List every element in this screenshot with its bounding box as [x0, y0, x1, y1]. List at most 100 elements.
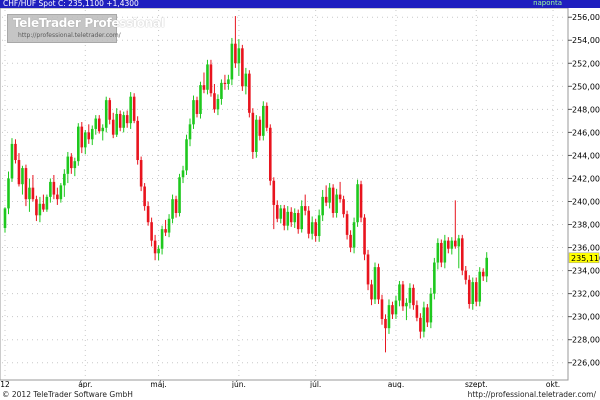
candle-body: [157, 248, 160, 254]
candle-body: [373, 267, 377, 300]
candle-body: [429, 293, 433, 323]
candle-body: [181, 170, 185, 178]
candle-body: [101, 127, 105, 132]
candle-body: [24, 168, 28, 200]
candle-body: [450, 240, 454, 249]
candle-body: [279, 208, 283, 219]
candle-body: [356, 184, 359, 223]
candle-body: [167, 218, 171, 233]
candle-body: [464, 270, 468, 280]
candle-body: [139, 160, 143, 187]
candle-body: [35, 199, 38, 216]
y-tick-label: 244,0000: [572, 151, 600, 160]
candle-body: [171, 199, 174, 219]
plot-area: [0, 7, 569, 381]
candle-body: [202, 85, 206, 90]
candle-body: [94, 118, 98, 129]
candle-body: [447, 240, 450, 249]
candle-body: [474, 282, 478, 302]
candle-body: [42, 203, 45, 210]
candle-body: [73, 161, 77, 169]
candle-body: [174, 199, 178, 214]
candle-body: [460, 238, 464, 271]
candle-body: [282, 208, 286, 226]
candle-body: [31, 187, 35, 200]
candle-body: [289, 211, 293, 223]
footer: © 2012 TeleTrader Software GmbH http://p…: [0, 388, 600, 400]
candle-body: [146, 206, 150, 223]
candle-body: [471, 282, 475, 304]
candle-body: [314, 222, 317, 237]
candle-body: [398, 284, 401, 301]
candle-body: [45, 196, 49, 210]
candle-body: [108, 100, 112, 120]
candle-body: [440, 242, 443, 263]
candle-body: [338, 194, 342, 200]
candle-body: [160, 229, 164, 249]
candle-body: [331, 187, 335, 214]
candle-body: [349, 234, 352, 248]
candle-body: [80, 126, 84, 148]
candle-body: [90, 128, 94, 140]
candle-body: [412, 287, 415, 306]
candle-body: [188, 124, 192, 140]
candle-body: [251, 112, 255, 152]
y-tick-label: 252,0000: [572, 59, 600, 68]
candle-body: [153, 240, 157, 254]
candle-body: [363, 217, 366, 255]
candle-body: [303, 206, 307, 211]
candle-body: [104, 100, 108, 128]
candle-body: [345, 214, 349, 235]
candle-body: [419, 317, 422, 332]
logo-url: http://professional.teletrader.com/: [18, 32, 121, 39]
candle-body: [307, 210, 310, 234]
candle-body: [206, 64, 209, 90]
candle-body: [422, 307, 426, 332]
price-chart[interactable]: 256,0000 254,0000 252,0000 250,0000 248,0000…: [0, 0, 600, 400]
current-price-label: 235,1100: [571, 254, 600, 263]
candle-body: [485, 257, 489, 277]
candle-body: [436, 242, 440, 263]
candle-body: [7, 178, 10, 209]
candle-body: [258, 119, 262, 136]
chart-window: 256,0000 254,0000 252,0000 250,0000 248,0000…: [0, 0, 600, 400]
candle-body: [49, 181, 52, 197]
y-tick-label: 226,0000: [572, 359, 600, 368]
candle-body: [342, 199, 345, 215]
candle-body: [56, 194, 59, 200]
candle-body: [321, 196, 324, 216]
candle-body: [377, 267, 380, 300]
copyright-text: © 2012 TeleTrader Software GmbH: [2, 390, 133, 399]
candle-body: [467, 279, 471, 304]
candle-body: [300, 206, 304, 230]
candle-body: [111, 119, 115, 135]
candle-body: [310, 222, 314, 234]
candle-body: [38, 203, 42, 216]
candle-body: [178, 177, 181, 214]
candle-body: [241, 48, 244, 87]
candle-body: [405, 302, 408, 307]
candle-body: [213, 93, 216, 110]
y-tick-label: 236,0000: [572, 244, 600, 253]
candle-body: [401, 284, 405, 307]
candle-body: [478, 271, 482, 302]
candle-body: [384, 318, 387, 329]
teletrader-logo: TeleTrader Professional http://professio…: [7, 14, 165, 43]
candle-body: [77, 126, 80, 162]
y-tick-label: 254,0000: [572, 36, 600, 45]
candle-body: [87, 132, 91, 140]
y-tick-label: 248,0000: [572, 105, 600, 114]
candle-body: [209, 64, 213, 94]
footer-url[interactable]: http://professional.teletrader.com/: [468, 390, 596, 399]
candle-body: [328, 187, 331, 203]
candle-body: [136, 120, 139, 161]
candle-body: [216, 98, 220, 110]
period-label[interactable]: naponta: [533, 0, 562, 7]
candle-body: [296, 213, 300, 230]
candle-body: [335, 194, 338, 214]
y-tick-label: 256,0000: [572, 13, 600, 22]
candle-body: [426, 307, 429, 323]
y-tick-label: 250,0000: [572, 82, 600, 91]
candle-body: [150, 222, 153, 241]
instrument-quote: CHF/HUF Spot C: 235,1100 +1,4300: [3, 0, 139, 8]
